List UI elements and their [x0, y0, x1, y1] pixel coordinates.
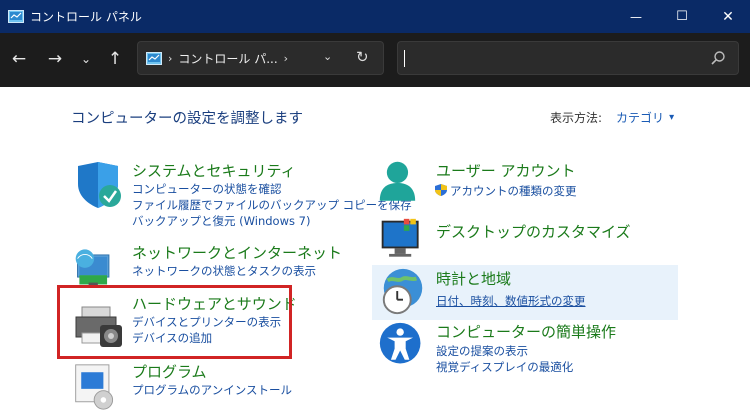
close-button[interactable]: ✕: [705, 0, 750, 33]
window-title: コントロール パネル: [30, 10, 142, 24]
accessibility-icon: [379, 322, 421, 364]
up-arrow-icon[interactable]: ↑: [104, 47, 126, 71]
control-panel-icon: [146, 51, 162, 65]
search-input[interactable]: [397, 41, 739, 75]
recent-locations-icon[interactable]: ⌄: [75, 47, 97, 71]
annotation-highlight-box: [57, 285, 292, 359]
view-by-dropdown[interactable]: カテゴリ: [616, 109, 664, 126]
shield-icon: [78, 162, 121, 208]
maximize-button[interactable]: ☐: [659, 0, 705, 33]
category-desktop-customization: デスクトップのカスタマイズ: [378, 217, 678, 262]
link-change-account-type[interactable]: アカウントの種類の変更: [450, 183, 577, 199]
user-icon: [379, 161, 416, 201]
category-ease-of-access: コンピューターの簡単操作 設定の提案の表示 視覚ディスプレイの最適化: [378, 321, 678, 376]
category-system-security: システムとセキュリティ コンピューターの状態を確認 ファイル履歴でファイルのバッ…: [72, 160, 412, 228]
view-by-label: 表示方法:: [550, 111, 603, 125]
category-title[interactable]: デスクトップのカスタマイズ: [436, 221, 631, 242]
category-programs: プログラム プログラムのアンインストール: [72, 361, 372, 411]
category-title[interactable]: ネットワークとインターネット: [132, 242, 342, 263]
link-date-time-format[interactable]: 日付、時刻、数値形式の変更: [436, 293, 586, 309]
search-icon[interactable]: [710, 50, 726, 66]
main-content: コンピューターの設定を調整します 表示方法: カテゴリ ▾ システムとセキュリテ…: [0, 87, 750, 420]
link-check-status[interactable]: コンピューターの状態を確認: [132, 181, 282, 197]
clock-globe-icon: [382, 268, 423, 315]
breadcrumb-separator-icon[interactable]: ›: [284, 52, 288, 65]
link-network-status[interactable]: ネットワークの状態とタスクの表示: [132, 263, 316, 279]
uac-shield-icon: [435, 184, 447, 196]
category-network-internet: ネットワークとインターネット ネットワークの状態とタスクの表示: [72, 242, 372, 287]
page-title: コンピューターの設定を調整します: [71, 111, 303, 127]
category-user-accounts: ユーザー アカウント アカウントの種類の変更: [378, 160, 678, 205]
link-file-history[interactable]: ファイル履歴でファイルのバックアップ コピーを保存: [132, 197, 412, 213]
network-icon: [75, 249, 110, 287]
breadcrumb[interactable]: コントロール パ...: [178, 50, 277, 67]
category-title[interactable]: システムとセキュリティ: [132, 160, 296, 181]
refresh-icon[interactable]: ↻: [356, 48, 369, 66]
minimize-button[interactable]: —: [613, 0, 659, 33]
address-dropdown-icon[interactable]: ⌄: [323, 50, 332, 63]
desktop-icon: [381, 218, 419, 257]
back-arrow-icon[interactable]: ←: [8, 47, 30, 71]
address-bar[interactable]: › コントロール パ... › ⌄ ↻: [137, 41, 384, 75]
chevron-down-icon[interactable]: ▾: [669, 112, 674, 123]
breadcrumb-separator-icon: ›: [168, 51, 173, 65]
category-title[interactable]: コンピューターの簡単操作: [436, 321, 616, 342]
category-title[interactable]: 時計と地域: [436, 268, 511, 289]
category-clock-region: 時計と地域 日付、時刻、数値形式の変更: [378, 267, 678, 319]
programs-icon: [75, 364, 114, 410]
navigation-bar: ← → ⌄ ↑ › コントロール パ... › ⌄ ↻: [0, 33, 750, 87]
close-icon: ✕: [722, 8, 734, 25]
view-by-control: 表示方法: カテゴリ ▾: [550, 109, 674, 126]
link-backup-restore[interactable]: バックアップと復元 (Windows 7): [132, 213, 310, 229]
minimize-icon: —: [630, 9, 642, 24]
link-suggest-settings[interactable]: 設定の提案の表示: [436, 343, 528, 359]
text-caret: [404, 50, 405, 67]
maximize-icon: ☐: [676, 9, 688, 24]
category-title[interactable]: プログラム: [132, 361, 207, 382]
forward-arrow-icon[interactable]: →: [44, 47, 66, 71]
control-panel-icon: [8, 10, 24, 23]
link-optimize-display[interactable]: 視覚ディスプレイの最適化: [436, 359, 573, 375]
link-uninstall-program[interactable]: プログラムのアンインストール: [132, 382, 292, 398]
category-title[interactable]: ユーザー アカウント: [436, 160, 575, 181]
